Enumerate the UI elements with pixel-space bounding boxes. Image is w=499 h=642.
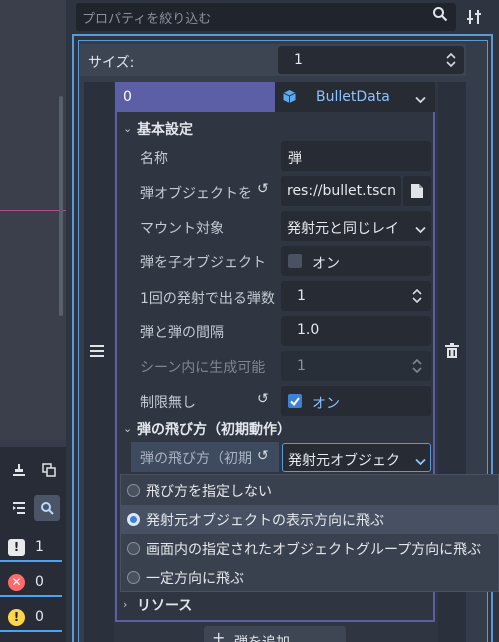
unlimited-label: 制限無し: [140, 395, 196, 411]
option-item-2[interactable]: 画面内の指定されたオブジェクトグループ方向に飛ぶ: [121, 534, 498, 563]
option-item-1[interactable]: 発射元オブジェクトの表示方向に飛ぶ: [121, 505, 498, 534]
name-field[interactable]: [281, 141, 431, 171]
option-label: 発射元オブジェクトの表示方向に飛ぶ: [146, 512, 384, 529]
revert-icon[interactable]: ↺: [257, 181, 269, 197]
revert-icon[interactable]: ↺: [257, 448, 269, 464]
child-object-label: 弾を子オブジェクト: [140, 255, 266, 271]
warning-filter[interactable]: ! 0: [0, 604, 62, 632]
search-icon: [432, 6, 450, 24]
warning-count: 0: [35, 609, 44, 625]
option-label: 画面内の指定されたオブジェクトグループ方向に飛ぶ: [146, 541, 482, 558]
section-basic-title[interactable]: 基本設定: [137, 119, 193, 139]
checkbox-on-icon[interactable]: [288, 394, 302, 408]
section-expand-icon[interactable]: ⌄: [123, 122, 132, 135]
mount-target-label: マウント対象: [140, 221, 224, 237]
section-expand-icon[interactable]: ⌄: [123, 422, 132, 435]
message-icon: !: [8, 538, 25, 556]
spin-arrows-icon[interactable]: [412, 288, 422, 307]
resource-cube-icon: [282, 89, 297, 108]
flight-mode-label: 弾の飛び方（初期: [140, 451, 252, 467]
collapse-all-icon[interactable]: [6, 495, 32, 521]
mount-target-value: 発射元と同じレイ: [287, 221, 399, 237]
trash-icon[interactable]: [445, 343, 459, 362]
add-element-label: 弾を追加: [234, 632, 290, 642]
option-label: 一定方向に飛ぶ: [146, 570, 244, 587]
property-filter-placeholder: プロパティを絞り込む: [82, 12, 212, 27]
menu-icon[interactable]: [90, 345, 104, 361]
array-size-value: 1: [294, 52, 303, 68]
shot-count-value: 1: [297, 288, 306, 304]
chevron-down-icon[interactable]: [415, 92, 426, 108]
message-filter-all[interactable]: ! 1: [0, 534, 62, 562]
flight-mode-value: 発射元オブジェク: [288, 453, 400, 469]
viewport-scrollbar[interactable]: [59, 96, 63, 316]
error-count: 0: [35, 574, 44, 590]
option-item-0[interactable]: 飛び方を指定しない: [121, 476, 498, 505]
max-instances-label: シーン内に生成可能: [140, 360, 266, 376]
error-filter[interactable]: ✕ 0: [0, 569, 62, 597]
option-item-3[interactable]: 一定方向に飛ぶ: [121, 563, 498, 592]
resource-type: BulletData: [316, 89, 390, 105]
error-icon: ✕: [8, 573, 25, 591]
bullet-scene-value: res://bullet.tscn: [287, 183, 396, 199]
warning-icon: !: [8, 608, 25, 626]
file-icon: [411, 184, 423, 202]
plus-icon: +: [212, 628, 226, 642]
radio-on-icon: [127, 513, 140, 526]
radio-off-icon: [127, 571, 140, 584]
interval-value: 1.0: [297, 322, 320, 338]
anchor-icon[interactable]: [6, 457, 32, 483]
bullet-scene-label: 弾オブジェクトを: [140, 186, 252, 202]
inspector-tools-icon[interactable]: [462, 4, 486, 30]
viewport-area: [0, 0, 66, 440]
section-collapsed-icon[interactable]: ›: [123, 598, 127, 611]
child-object-value: オン: [312, 256, 340, 272]
radio-off-icon: [127, 542, 140, 555]
search-toggle-icon[interactable]: [34, 495, 60, 521]
array-size-spinbox[interactable]: [278, 46, 464, 74]
chevron-down-icon[interactable]: [415, 222, 426, 238]
section-resource-title[interactable]: リソース: [137, 595, 192, 615]
section-flight-title[interactable]: 弾の飛び方（初期動作）: [137, 419, 291, 439]
radio-off-icon: [127, 484, 140, 497]
unlimited-value: オン: [312, 396, 340, 412]
max-instances-value: 1: [297, 358, 306, 374]
revert-icon[interactable]: ↺: [257, 391, 269, 407]
interval-label: 弾と弾の間隔: [140, 325, 224, 341]
unlimited-toggle[interactable]: [281, 386, 431, 416]
spin-arrows-icon[interactable]: [412, 358, 422, 377]
array-size-label: サイズ:: [88, 55, 135, 71]
spin-arrows-icon[interactable]: [446, 52, 456, 71]
chevron-down-icon[interactable]: [415, 454, 426, 470]
child-object-toggle[interactable]: [281, 246, 431, 276]
viewport-guide-line: [0, 210, 66, 211]
element-index-header[interactable]: [115, 82, 275, 112]
drag-handle[interactable]: [84, 82, 114, 642]
option-label: 飛び方を指定しない: [146, 483, 272, 500]
duplicate-icon[interactable]: [36, 457, 62, 483]
element-index: 0: [123, 89, 132, 105]
shot-count-label: 1回の発射で出る弾数: [140, 291, 275, 307]
name-label: 名称: [140, 151, 168, 167]
name-value: 弾: [288, 151, 302, 167]
checkbox-off-icon[interactable]: [288, 254, 302, 268]
message-count: 1: [35, 539, 44, 555]
